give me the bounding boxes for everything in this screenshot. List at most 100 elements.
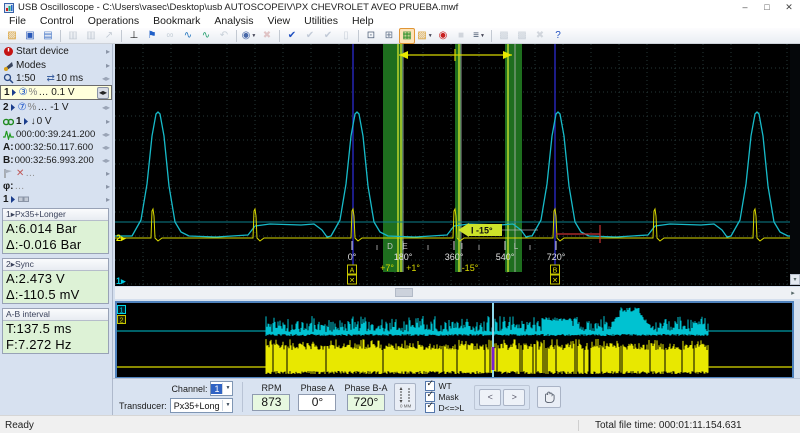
transducer-select[interactable]: Px35+Long ▼	[170, 398, 234, 413]
checkbox-dl[interactable]: ✓D<=>L	[425, 403, 464, 413]
chevron-icon[interactable]: ▸	[106, 195, 110, 204]
report-button: ▯	[338, 28, 354, 44]
phase-a-value: 0°	[298, 394, 336, 411]
row-text: 1	[16, 116, 22, 127]
spin-buttons[interactable]: ◂▸	[102, 156, 110, 165]
status-message: Ready	[0, 420, 578, 431]
verify-b-button: ✔	[320, 28, 336, 44]
chevron-icon[interactable]: ▸	[106, 117, 110, 126]
open-script-button[interactable]: ▨▼	[417, 28, 433, 44]
scroll-right-icon[interactable]: ▸	[787, 288, 799, 298]
lines-mode-button[interactable]: ∿	[198, 28, 214, 44]
menu-help[interactable]: Help	[345, 15, 381, 28]
measurement-value: A:6.014 Bar	[3, 221, 108, 237]
pan-hand-button[interactable]	[537, 386, 561, 408]
sidebar-row-channel-1-settings[interactable]: 1③%… 0.1 V◂▸	[0, 85, 112, 100]
svg-text:✕: ✕	[349, 278, 355, 285]
chevron-icon[interactable]: ▸	[106, 47, 110, 56]
row-text: … 0.1 V	[38, 87, 74, 98]
record-button[interactable]: ◉	[435, 28, 451, 44]
delete-frame-icon: ✖	[536, 30, 544, 41]
menu-bookmark[interactable]: Bookmark	[146, 15, 207, 28]
panel-header: 2▸Sync	[3, 259, 108, 271]
help-icon: ?	[555, 30, 561, 41]
chevron-icon[interactable]: ▸	[106, 182, 110, 191]
chevron-icon[interactable]: ▸	[106, 169, 110, 178]
piston-icon: 0 MM L	[398, 386, 412, 408]
sidebar-row-marker-a-time[interactable]: A:000:32:50.117.600◂▸	[0, 141, 112, 154]
menu-view[interactable]: View	[261, 15, 298, 28]
copy-screen-button[interactable]: ⊞	[381, 28, 397, 44]
row-text: ⑦	[18, 102, 27, 113]
sidebar-row-modes[interactable]: Modes▸	[0, 58, 112, 72]
row-text: 000:32:50.117.600	[15, 142, 94, 153]
main-waveform-chart[interactable]: 0°180°360°540°720°+7°+1°-15°DEILI -15°A✕…	[115, 44, 790, 286]
spin-buttons[interactable]: ◂▸	[97, 87, 109, 99]
report-icon: ▯	[343, 30, 349, 41]
spin-buttons[interactable]: ◂▸	[102, 103, 110, 112]
minimize-button[interactable]: –	[734, 0, 756, 15]
sidebar-row-current-time[interactable]: 000:00:39.241.200◂▸	[0, 128, 112, 141]
menu-analysis[interactable]: Analysis	[207, 15, 260, 28]
spin-buttons[interactable]: ◂▸	[102, 74, 110, 83]
menu-file[interactable]: File	[2, 15, 33, 28]
mask-view-button[interactable]: ▦	[399, 28, 415, 44]
fit-screen-button[interactable]: ⊡	[363, 28, 379, 44]
display-option-checkboxes: ✓WT✓Mask✓D<=>L	[425, 381, 464, 413]
settings-button[interactable]: ≡▼	[471, 28, 487, 44]
hand-icon	[542, 390, 556, 404]
horizontal-scrollbar[interactable]: ▸	[115, 287, 800, 299]
spin-buttons[interactable]: ◂▸	[102, 130, 110, 139]
chevron-icon[interactable]: ▸	[106, 61, 110, 70]
sidebar-row-flag-markers[interactable]: ✕… ▸	[0, 167, 112, 180]
vertical-scrollbar[interactable]: ▾	[790, 44, 800, 286]
next-cycle-button[interactable]: >	[503, 389, 525, 406]
channel-select[interactable]: 1 ▼	[210, 381, 233, 396]
stop-button: ■	[453, 28, 469, 44]
toolbar-separator	[358, 30, 359, 42]
row-text: %	[28, 102, 37, 113]
clear-icon: ✖	[263, 30, 271, 41]
next-frame-icon: ▩	[517, 30, 526, 41]
row-text: …	[25, 168, 35, 179]
sidebar-row-trigger-settings[interactable]: 1↓0 V▸	[0, 115, 112, 128]
scroll-down-icon[interactable]: ▾	[790, 274, 800, 285]
play-icon	[23, 116, 29, 127]
interval-measure-panel: A-B intervalT:137.5 msF:7.272 Hz	[2, 308, 109, 354]
save-button[interactable]: ▣	[22, 28, 38, 44]
sidebar-row-marker-b-time[interactable]: B:000:32:56.993.200◂▸	[0, 154, 112, 167]
sidebar-row-overlay-settings[interactable]: 1▸	[0, 193, 112, 206]
cylinder-setup-button[interactable]: 0 MM L	[394, 383, 416, 411]
toolbar-separator	[279, 30, 280, 42]
row-text: 0 V	[37, 116, 52, 127]
sidebar-row-channel-2-settings[interactable]: 2⑦%… -1 V◂▸	[0, 100, 112, 115]
open-file-button[interactable]: ▨	[4, 28, 20, 44]
settings-icon: ≡	[473, 30, 479, 41]
help-button[interactable]: ?	[550, 28, 566, 44]
row-text: Start device	[16, 46, 69, 57]
dropdown-icon: ▼	[251, 33, 256, 39]
sidebar-row-scale-timebase[interactable]: 1:50⇄10 ms◂▸	[0, 72, 112, 85]
maximize-button[interactable]: □	[756, 0, 778, 15]
close-button[interactable]: ✕	[778, 0, 800, 15]
row-text: ③	[19, 87, 28, 98]
svg-text:L: L	[514, 242, 519, 251]
spin-buttons[interactable]: ◂▸	[102, 143, 110, 152]
menu-control[interactable]: Control	[33, 15, 81, 28]
row-text: ✕	[16, 168, 24, 179]
scrollbar-thumb[interactable]	[395, 288, 413, 297]
prev-cycle-button[interactable]: <	[479, 389, 501, 406]
sidebar-row-start-device[interactable]: Start device ▸	[0, 44, 112, 58]
menu-utilities[interactable]: Utilities	[297, 15, 345, 28]
overview-strip[interactable]: 12	[115, 301, 794, 379]
send-icon: ↗	[105, 30, 113, 41]
sidebar-row-phase-settings[interactable]: φ:…▸	[0, 180, 112, 193]
export-button[interactable]: ▤	[40, 28, 56, 44]
bookmark-button[interactable]: ⚑	[144, 28, 160, 44]
menu-operations[interactable]: Operations	[81, 15, 146, 28]
ruler-button[interactable]: ⊥	[126, 28, 142, 44]
points-mode-button[interactable]: ∿	[180, 28, 196, 44]
checkbox-icon[interactable]: ✓	[425, 403, 435, 413]
accept-button[interactable]: ✔	[284, 28, 300, 44]
zoom-mode-button[interactable]: ◉▼	[241, 28, 257, 44]
